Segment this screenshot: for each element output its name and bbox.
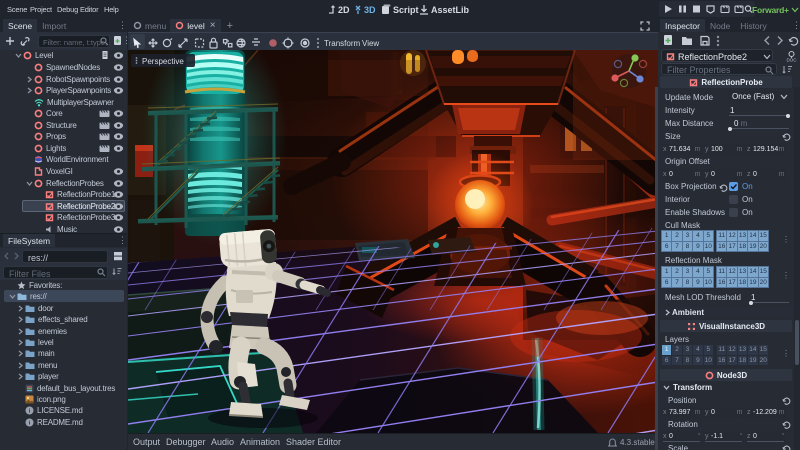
svg-text:Script: Script bbox=[393, 5, 419, 15]
svg-text:3D: 3D bbox=[364, 5, 376, 15]
svg-text:View: View bbox=[362, 39, 379, 48]
svg-text:AssetLib: AssetLib bbox=[431, 5, 470, 15]
svg-text:Transform: Transform bbox=[324, 39, 360, 48]
svg-text:Perspective: Perspective bbox=[142, 57, 184, 66]
svg-text:2D: 2D bbox=[338, 5, 350, 15]
svg-text:DOC: DOC bbox=[787, 58, 798, 63]
